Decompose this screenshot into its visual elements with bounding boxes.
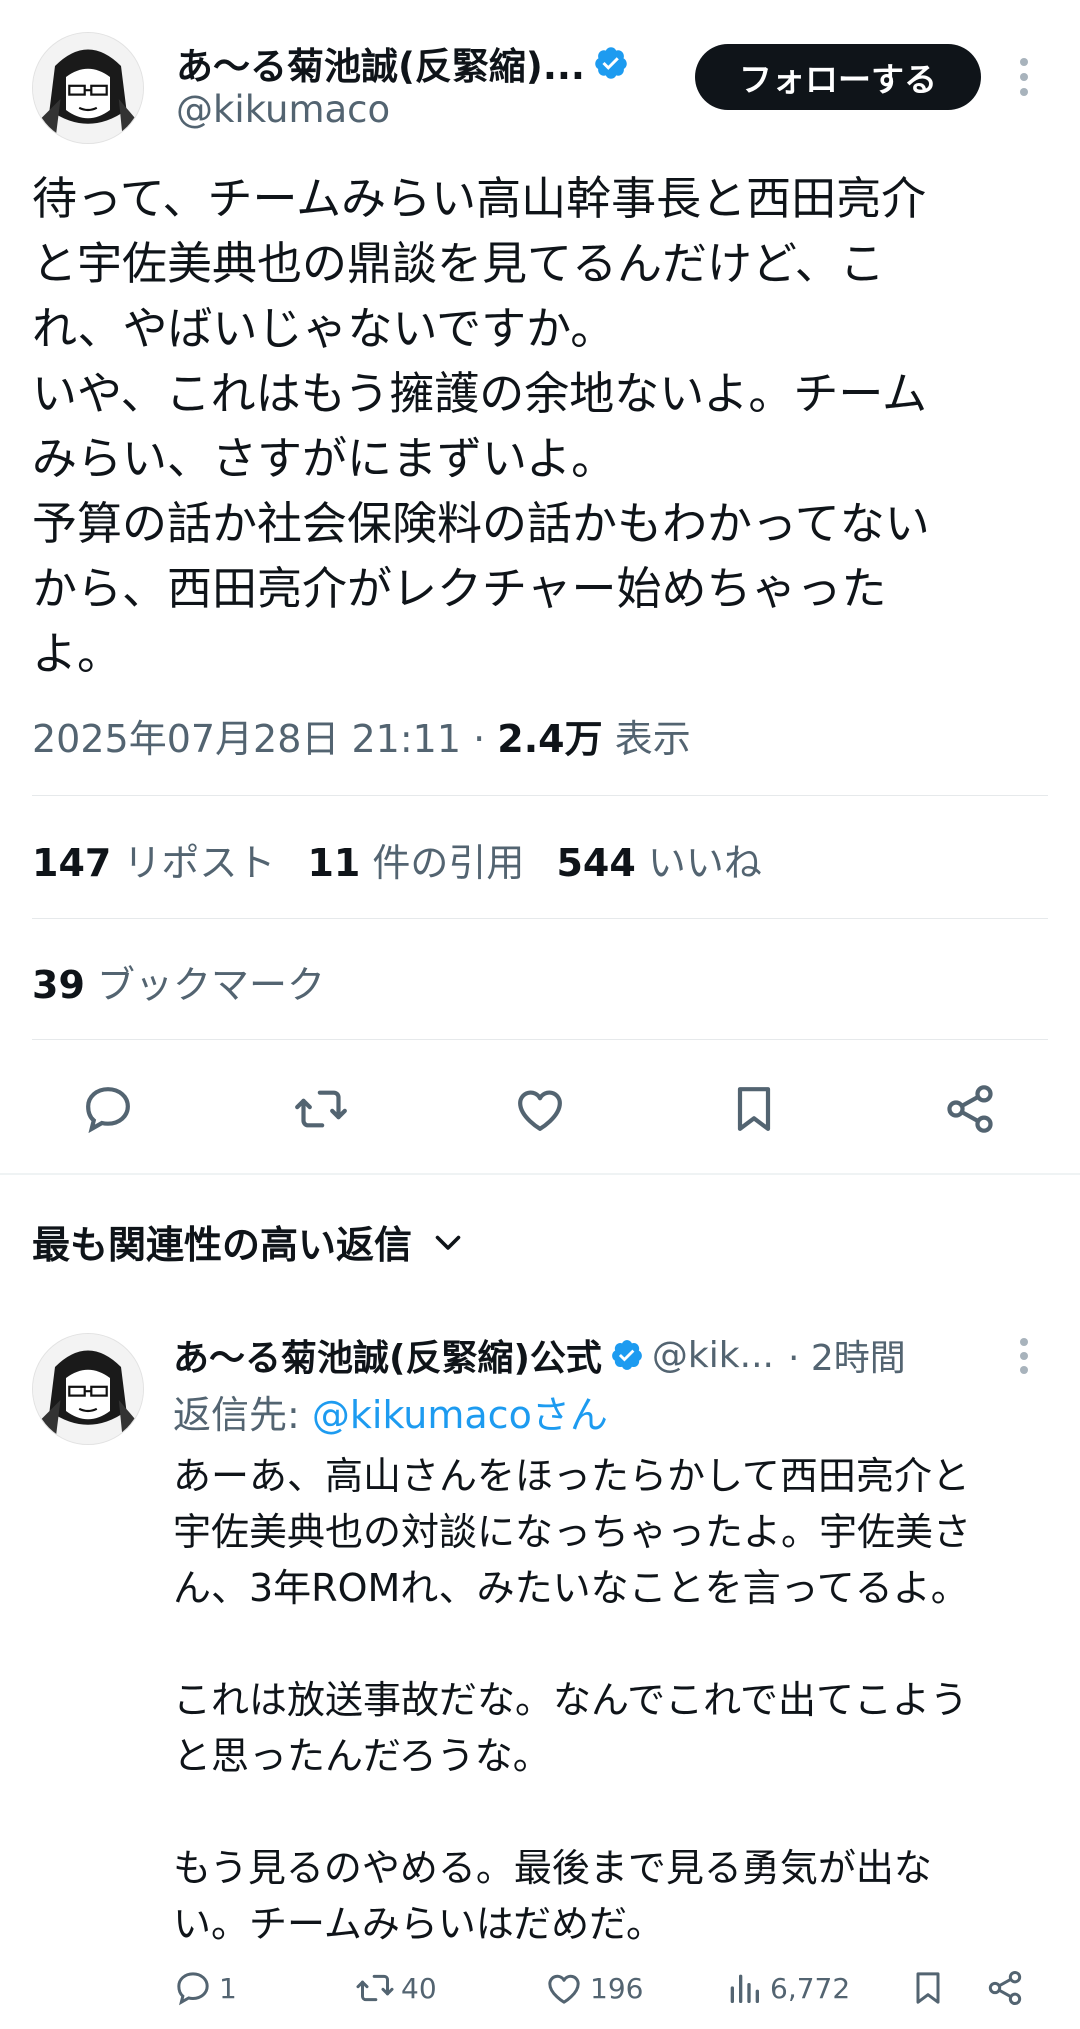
- likes-stat[interactable]: 544 いいね: [556, 832, 761, 887]
- reply-share-button[interactable]: [985, 1968, 1025, 2008]
- divider: [32, 1039, 1048, 1040]
- reposts-count: 147: [32, 841, 112, 885]
- share-icon[interactable]: [942, 1081, 998, 1137]
- reply-views-button[interactable]: 6,772: [724, 1968, 850, 2008]
- reply-icon[interactable]: [80, 1081, 136, 1137]
- chevron-down-icon: [430, 1224, 466, 1260]
- author-handle[interactable]: @kikumaco: [176, 88, 390, 131]
- replying-to-prefix: 返信先:: [173, 1393, 312, 1437]
- engagement-stats-row: 147 リポスト 11 件の引用 544 いいね: [32, 832, 762, 887]
- reply-author-avatar[interactable]: [32, 1333, 144, 1445]
- like-icon: [548, 1974, 580, 2004]
- likes-label: いいね: [647, 841, 762, 885]
- views-chart-icon: [730, 1974, 759, 2003]
- author-name-row[interactable]: あ〜る菊池誠(反緊縮)...: [176, 38, 666, 88]
- reply-replies-count: 1: [219, 1971, 237, 2005]
- reposts-label: リポスト: [123, 841, 276, 885]
- section-separator: [0, 1173, 1080, 1175]
- bookmarks-label: ブックマーク: [96, 963, 325, 1007]
- reply-like-button[interactable]: 196: [544, 1968, 643, 2008]
- quotes-count: 11: [307, 841, 361, 885]
- reply-more-options-icon[interactable]: [1018, 1338, 1030, 1374]
- tweet-meta: 2025年07月28日 21:11 · 2.4万 表示: [32, 708, 691, 763]
- bookmark-icon[interactable]: [726, 1081, 782, 1137]
- divider: [32, 918, 1048, 919]
- verified-badge-icon: [593, 45, 629, 81]
- bookmarks-count: 39: [32, 963, 85, 1007]
- likes-count: 544: [556, 841, 636, 885]
- reply-text: あーあ、高山さんをほったらかして西田亮介と 宇佐美典也の対談になっちゃったよ。宇…: [173, 1454, 972, 1946]
- replying-to-handle-link[interactable]: @kikumacoさん: [312, 1393, 608, 1437]
- tweet-text: 待って、チームみらい高山幹事長と西田亮介 と宇佐美典也の鼎談を見てるんだけど、こ…: [32, 172, 930, 680]
- bookmarks-stat[interactable]: 39 ブックマーク: [32, 954, 325, 1009]
- reposts-stat[interactable]: 147 リポスト: [32, 832, 275, 887]
- tweet-timestamp[interactable]: 2025年07月28日 21:11: [32, 717, 461, 761]
- reply-reposts-count: 40: [401, 1971, 437, 2005]
- reply-author-name[interactable]: あ〜る菊池誠(反緊縮)公式: [173, 1329, 602, 1381]
- like-icon[interactable]: [512, 1081, 568, 1137]
- views-label: 表示: [614, 717, 691, 761]
- views-count: 2.4万: [497, 717, 603, 761]
- repost-icon: [356, 1974, 394, 2002]
- author-avatar[interactable]: [32, 32, 144, 144]
- reply-repost-button[interactable]: 40: [355, 1968, 437, 2008]
- more-options-icon[interactable]: [1018, 58, 1030, 96]
- divider: [32, 795, 1048, 796]
- reply-views-count: 6,772: [770, 1971, 851, 2005]
- replying-to: 返信先: @kikumacoさん: [173, 1384, 608, 1439]
- reply-author-handle[interactable]: @kik...: [652, 1335, 774, 1376]
- verified-badge-icon: [610, 1338, 644, 1372]
- reply-icon: [177, 1972, 209, 2006]
- quotes-label: 件の引用: [372, 841, 525, 885]
- follow-button[interactable]: フォローする: [695, 44, 981, 110]
- repost-icon[interactable]: [293, 1081, 349, 1137]
- reply-sort-label: 最も関連性の高い返信: [32, 1223, 413, 1267]
- reply-reply-button[interactable]: 1: [173, 1968, 237, 2008]
- share-icon: [988, 1971, 1022, 2005]
- reply-header: あ〜る菊池誠(反緊縮)公式 @kik... · 2時間: [173, 1330, 993, 1380]
- reply-sort-dropdown[interactable]: 最も関連性の高い返信: [32, 1214, 466, 1269]
- meta-separator: ·: [473, 717, 486, 761]
- reply-bookmark-button[interactable]: [908, 1968, 948, 2008]
- author-name[interactable]: あ〜る菊池誠(反緊縮)...: [176, 36, 585, 90]
- bookmark-icon: [916, 1972, 940, 2004]
- reply-time[interactable]: · 2時間: [788, 1329, 906, 1381]
- quotes-stat[interactable]: 11 件の引用: [307, 832, 524, 887]
- reply-likes-count: 196: [590, 1971, 644, 2005]
